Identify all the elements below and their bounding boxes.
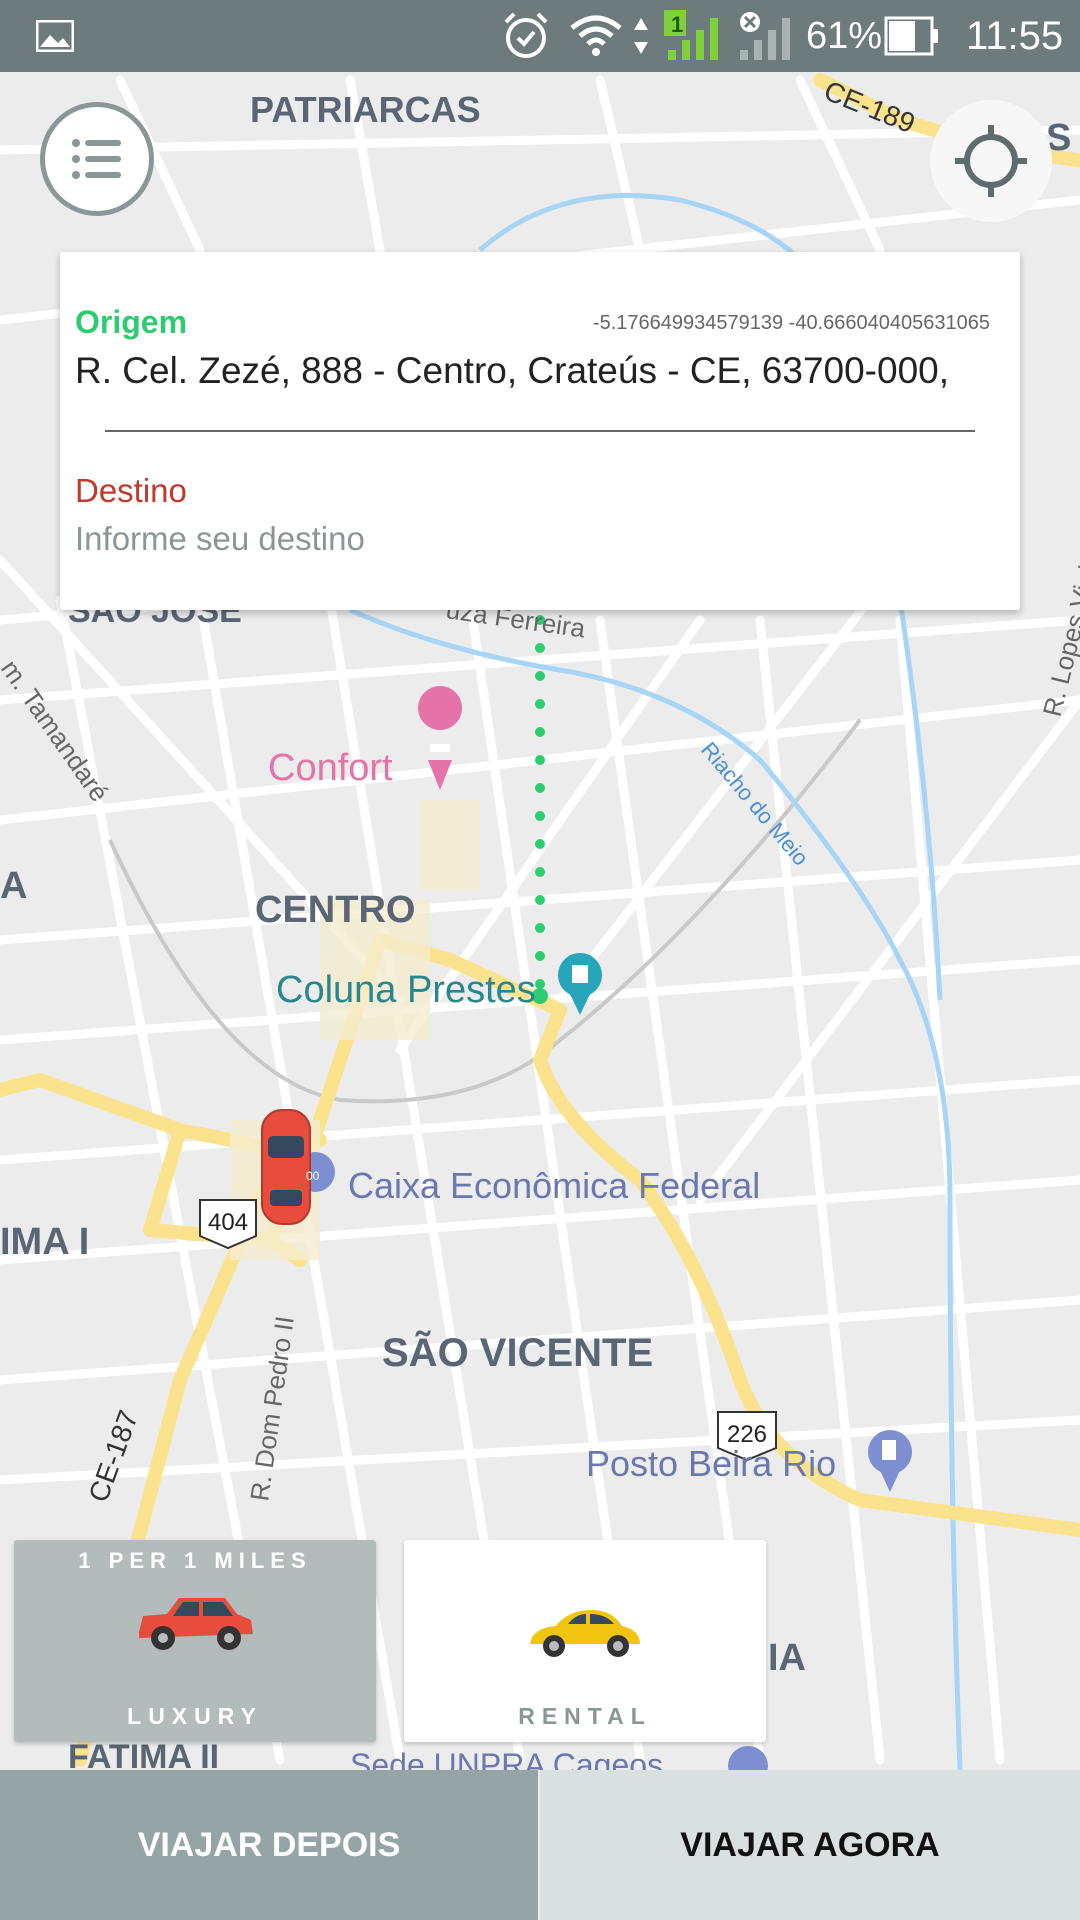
map-label-a: A	[0, 865, 27, 907]
vehicle-rate-label: 1 PER 1 MILES	[78, 1548, 312, 1573]
bank-pin-badge: 00	[306, 1169, 320, 1183]
map-label-confort: Confort	[268, 747, 393, 789]
map-label-ia: IA	[768, 1637, 806, 1679]
card-divider	[105, 430, 975, 432]
sim-badge: 1	[671, 12, 684, 37]
status-bar: 1 61% 11:55	[0, 0, 1080, 72]
my-location-button[interactable]	[930, 100, 1052, 222]
data-arrows-icon	[632, 0, 650, 72]
origin-coordinates: -5.176649934579139 -40.666040405631065	[592, 312, 990, 334]
alarm-icon	[500, 0, 552, 72]
wifi-icon	[568, 0, 624, 72]
map-label-posto: Posto Beira Rio	[586, 1443, 836, 1484]
gallery-notification-icon	[36, 0, 74, 72]
trip-search-card: Origem -5.176649934579139 -40.6660404056…	[60, 252, 1020, 610]
travel-later-button[interactable]: VIAJAR DEPOIS	[0, 1770, 538, 1920]
map-label-patriarcas: PATRIARCAS	[250, 89, 481, 130]
travel-now-button[interactable]: VIAJAR AGORA	[540, 1770, 1080, 1920]
vehicle-type-label: RENTAL	[518, 1703, 652, 1729]
list-icon	[72, 139, 121, 179]
map-label-ima: IMA I	[0, 1221, 89, 1263]
origin-address-field[interactable]: R. Cel. Zezé, 888 - Centro, Crateús - CE…	[75, 350, 949, 392]
map-label-coluna: Coluna Prestes	[276, 969, 536, 1011]
shield-404-label: 404	[208, 1209, 248, 1236]
crosshair-icon	[955, 125, 1027, 197]
signal-sim2-icon	[738, 0, 794, 72]
vehicle-option-luxury[interactable]: 1 PER 1 MILES LUXURY	[14, 1540, 376, 1742]
map-label-caixa: Caixa Econômica Federal	[348, 1165, 760, 1206]
clock: 11:55	[966, 13, 1064, 58]
signal-sim1-icon: 1	[664, 0, 726, 72]
destination-label: Destino	[75, 472, 187, 509]
yellow-car-icon	[530, 1610, 640, 1657]
red-car-icon	[139, 1598, 253, 1650]
vehicle-type-label: LUXURY	[127, 1703, 263, 1729]
map-label-sao-vicente: SÃO VICENTE	[382, 1329, 653, 1375]
bottom-action-bar: VIAJAR DEPOIS VIAJAR AGORA	[0, 1770, 1080, 1920]
destination-input[interactable]: Informe seu destino	[75, 520, 365, 558]
map-label-centro: CENTRO	[255, 889, 415, 931]
menu-button[interactable]	[40, 102, 154, 216]
origin-label: Origem	[75, 304, 188, 340]
battery-percent: 61%	[806, 14, 883, 57]
car-location-icon	[261, 1109, 311, 1225]
vehicle-option-rental[interactable]: RENTAL	[404, 1540, 766, 1742]
battery-icon	[884, 0, 940, 72]
